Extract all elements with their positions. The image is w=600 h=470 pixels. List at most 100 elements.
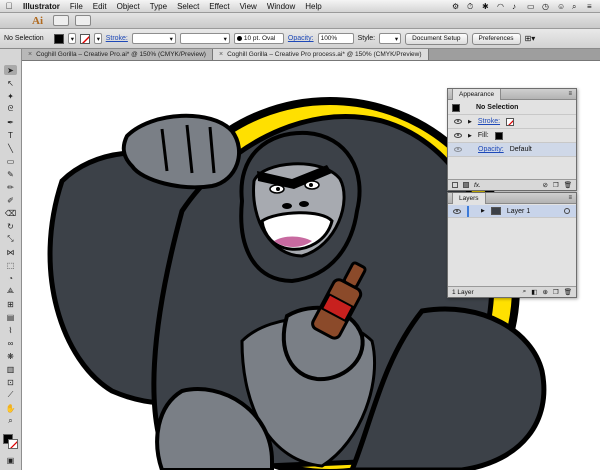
expand-triangle-icon[interactable]: ▶ bbox=[468, 133, 472, 139]
stroke-color-box[interactable] bbox=[8, 439, 18, 449]
screen-mode-icon[interactable]: ▣ bbox=[4, 455, 17, 465]
arrange-icon[interactable]: ⊞▾ bbox=[525, 34, 536, 43]
document-setup-button[interactable]: Document Setup bbox=[405, 32, 468, 45]
menu-view[interactable]: View bbox=[235, 2, 262, 11]
add-stroke-icon[interactable] bbox=[452, 182, 458, 188]
close-tab-icon[interactable]: × bbox=[219, 51, 223, 58]
locate-object-icon[interactable]: ⌕ bbox=[523, 288, 527, 296]
eraser-tool-icon[interactable]: ⌫ bbox=[4, 208, 17, 218]
preferences-button[interactable]: Preferences bbox=[471, 32, 521, 45]
new-sublayer-icon[interactable]: ⊕ bbox=[542, 288, 547, 296]
magic-wand-tool-icon[interactable]: ✦ bbox=[4, 91, 17, 101]
fill-dropdown[interactable]: ▾ bbox=[67, 33, 76, 44]
pencil-tool-icon[interactable]: ✏ bbox=[4, 182, 17, 192]
mesh-tool-icon[interactable]: ⊞ bbox=[4, 299, 17, 309]
menu-object[interactable]: Object bbox=[112, 2, 145, 11]
stroke-dropdown[interactable]: ▾ bbox=[93, 33, 102, 44]
scale-tool-icon[interactable]: ⤡ bbox=[4, 234, 17, 244]
timemachine-icon[interactable]: ⏱ bbox=[467, 2, 476, 11]
visibility-eye-icon[interactable] bbox=[453, 208, 461, 214]
tab-document-2[interactable]: × Coghill Gorilla – Creative Pro process… bbox=[212, 49, 429, 60]
appearance-stroke-row[interactable]: ▶ Stroke: bbox=[448, 115, 576, 129]
add-fill-icon[interactable] bbox=[463, 182, 469, 188]
expand-triangle-icon[interactable]: ▶ bbox=[481, 208, 485, 214]
visibility-eye-icon[interactable] bbox=[454, 147, 462, 152]
add-effect-button[interactable]: fx. bbox=[474, 182, 481, 189]
rectangle-tool-icon[interactable]: ▭ bbox=[4, 156, 17, 166]
appearance-tab[interactable]: Appearance bbox=[452, 88, 502, 100]
layer-row[interactable]: ▶ Layer 1 bbox=[448, 205, 576, 218]
new-layer-icon[interactable]: ❐ bbox=[553, 288, 559, 296]
rotate-tool-icon[interactable]: ↻ bbox=[4, 221, 17, 231]
perspective-grid-tool-icon[interactable]: ⟁ bbox=[4, 286, 17, 296]
lasso-tool-icon[interactable]: ᘓ bbox=[4, 104, 17, 114]
menu-file[interactable]: File bbox=[65, 2, 88, 11]
arrange-documents-button[interactable] bbox=[75, 15, 91, 26]
panel-menu-icon[interactable]: ≡ bbox=[568, 195, 572, 201]
fill-swatch[interactable] bbox=[53, 33, 64, 44]
blend-tool-icon[interactable]: ∞ bbox=[4, 338, 17, 348]
stroke-weight-field[interactable]: ▾ bbox=[131, 33, 176, 44]
eyedropper-tool-icon[interactable]: ⌇ bbox=[4, 325, 17, 335]
wifi-icon[interactable]: ◠ bbox=[497, 2, 506, 11]
opacity-field[interactable]: 100% bbox=[317, 33, 354, 44]
fill-black-swatch[interactable] bbox=[494, 131, 503, 140]
menu-help[interactable]: Help bbox=[300, 2, 326, 11]
bridge-button[interactable] bbox=[53, 15, 69, 26]
free-transform-tool-icon[interactable]: ⬚ bbox=[4, 260, 17, 270]
shape-builder-tool-icon[interactable]: ◔ bbox=[4, 273, 17, 283]
selection-tool-icon[interactable]: ➤ bbox=[4, 65, 17, 75]
clear-appearance-icon[interactable]: ⊘ bbox=[542, 181, 547, 189]
clock-icon[interactable]: ◷ bbox=[542, 2, 551, 11]
opacity-link[interactable]: Opacity: bbox=[478, 146, 504, 153]
opacity-link[interactable]: Opacity: bbox=[288, 35, 314, 42]
visibility-eye-icon[interactable] bbox=[454, 119, 462, 124]
stroke-swatch[interactable] bbox=[79, 33, 90, 44]
volume-icon[interactable]: ♪ bbox=[512, 2, 521, 11]
target-circle-icon[interactable] bbox=[564, 208, 570, 214]
type-tool-icon[interactable]: T bbox=[4, 130, 17, 140]
visibility-eye-icon[interactable] bbox=[454, 133, 462, 138]
line-tool-icon[interactable]: ╲ bbox=[4, 143, 17, 153]
stroke-link[interactable]: Stroke: bbox=[478, 118, 500, 125]
delete-layer-icon[interactable]: 🗑 bbox=[564, 288, 572, 296]
tab-document-1[interactable]: × Coghill Gorilla – Creative Pro.ai* @ 1… bbox=[22, 49, 213, 60]
brush-dropdown[interactable]: 10 pt. Oval bbox=[233, 33, 284, 44]
sync-icon[interactable]: ⚙ bbox=[452, 2, 461, 11]
fill-stroke-widget[interactable] bbox=[3, 434, 19, 450]
style-dropdown[interactable]: ▾ bbox=[379, 33, 402, 44]
menu-window[interactable]: Window bbox=[262, 2, 300, 11]
make-clip-mask-icon[interactable]: ◧ bbox=[531, 288, 537, 296]
menu-app-name[interactable]: Illustrator bbox=[18, 2, 65, 11]
pen-tool-icon[interactable]: ✒ bbox=[4, 117, 17, 127]
menu-effect[interactable]: Effect bbox=[204, 2, 234, 11]
paintbrush-tool-icon[interactable]: ✎ bbox=[4, 169, 17, 179]
artboard-tool-icon[interactable]: ⊡ bbox=[4, 377, 17, 387]
layers-tab[interactable]: Layers bbox=[452, 192, 486, 204]
expand-triangle-icon[interactable]: ▶ bbox=[468, 119, 472, 125]
stroke-none-swatch[interactable] bbox=[506, 117, 515, 126]
stroke-link[interactable]: Stroke: bbox=[106, 35, 128, 42]
gradient-tool-icon[interactable]: ▤ bbox=[4, 312, 17, 322]
appearance-fill-row[interactable]: ▶ Fill: bbox=[448, 129, 576, 143]
menu-edit[interactable]: Edit bbox=[88, 2, 112, 11]
apple-menu-icon[interactable]:  bbox=[0, 1, 18, 11]
duplicate-item-icon[interactable]: ❐ bbox=[553, 181, 559, 189]
bluetooth-icon[interactable]: ✱ bbox=[482, 2, 491, 11]
appearance-opacity-row[interactable]: Opacity: Default bbox=[448, 143, 576, 157]
hand-tool-icon[interactable]: ✋ bbox=[4, 403, 17, 413]
layer-name[interactable]: Layer 1 bbox=[507, 208, 530, 215]
menu-select[interactable]: Select bbox=[172, 2, 204, 11]
symbol-sprayer-tool-icon[interactable]: ❋ bbox=[4, 351, 17, 361]
notifications-icon[interactable]: ≡ bbox=[587, 2, 596, 11]
close-tab-icon[interactable]: × bbox=[28, 51, 32, 58]
spotlight-icon[interactable]: ⌕ bbox=[572, 2, 581, 11]
user-icon[interactable]: ☺ bbox=[557, 2, 566, 11]
menu-type[interactable]: Type bbox=[145, 2, 172, 11]
slice-tool-icon[interactable]: ⟋ bbox=[4, 390, 17, 400]
zoom-tool-icon[interactable]: ⌕ bbox=[4, 416, 17, 426]
blob-brush-tool-icon[interactable]: ✐ bbox=[4, 195, 17, 205]
column-graph-tool-icon[interactable]: ▥ bbox=[4, 364, 17, 374]
panel-menu-icon[interactable]: ≡ bbox=[568, 91, 572, 97]
direct-selection-tool-icon[interactable]: ↖ bbox=[4, 78, 17, 88]
